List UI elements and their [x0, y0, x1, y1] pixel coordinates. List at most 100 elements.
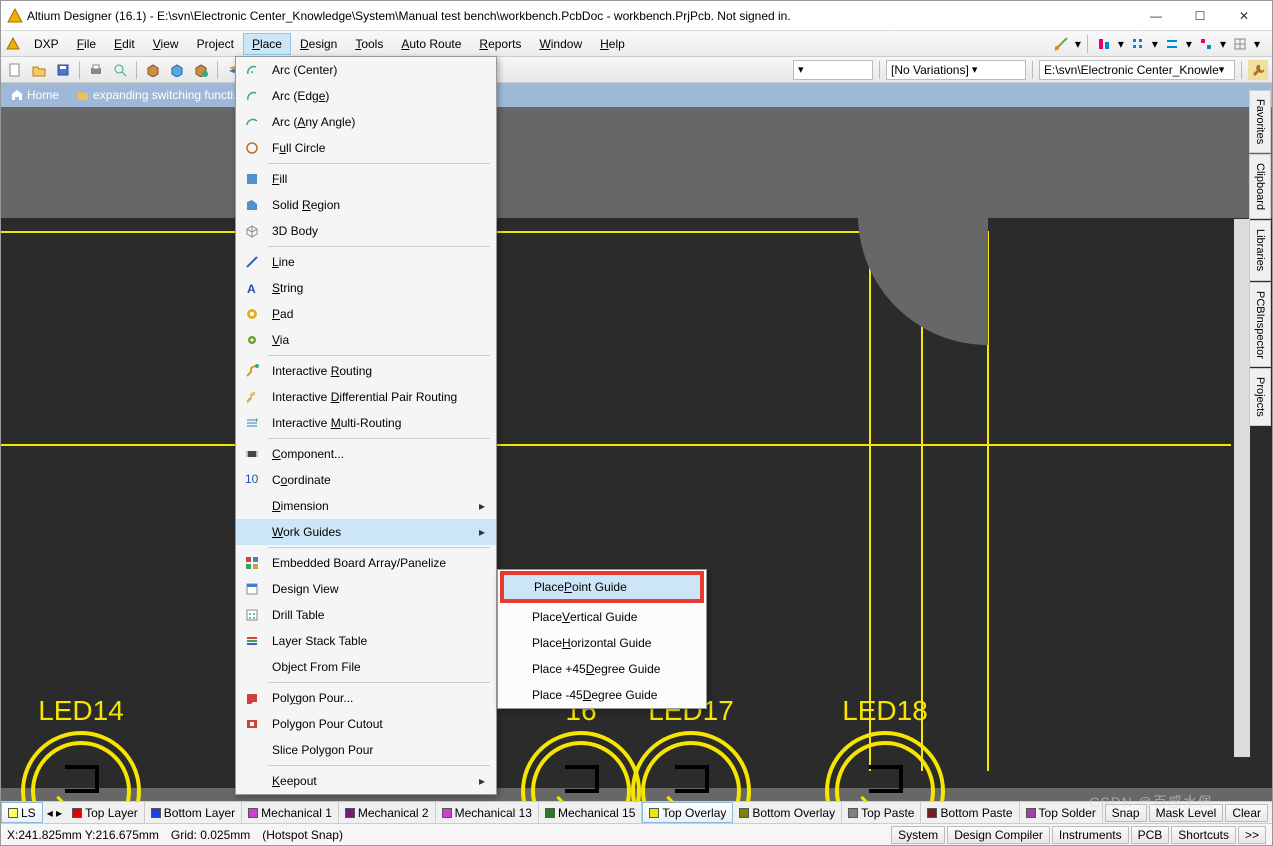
menu-place[interactable]: Place	[243, 33, 291, 55]
place-interactive-multi-routing[interactable]: Interactive Multi-Routing	[236, 410, 496, 436]
layer-tab-top-paste[interactable]: Top Paste	[842, 802, 921, 823]
place-arc-any-angle-[interactable]: Arc (Any Angle)	[236, 109, 496, 135]
place-component-[interactable]: Component...	[236, 441, 496, 467]
dxp-icon[interactable]	[5, 36, 21, 52]
layer-tab-top-layer[interactable]: Top Layer	[66, 802, 145, 823]
menu-view[interactable]: View	[144, 33, 188, 55]
align-icon-2[interactable]	[1128, 34, 1148, 54]
menu-file[interactable]: File	[68, 33, 105, 55]
place-full-circle[interactable]: Full Circle	[236, 135, 496, 161]
box2-icon[interactable]	[167, 60, 187, 80]
box1-icon[interactable]	[143, 60, 163, 80]
menu-extra-icons: ▾ ▾ ▾ ▾ ▾ ▾	[1051, 34, 1268, 54]
tab-favorites[interactable]: Favorites	[1249, 90, 1271, 153]
preview-icon[interactable]	[110, 60, 130, 80]
guide-place-point-guide[interactable]: Place Point Guide	[500, 571, 704, 603]
place-embedded-board-array-panelize[interactable]: Embedded Board Array/Panelize	[236, 550, 496, 576]
wrench-icon[interactable]	[1248, 60, 1268, 80]
breadcrumb-doc[interactable]: expanding switching functi...	[71, 86, 249, 104]
minimize-button[interactable]: —	[1134, 2, 1178, 30]
place-layer-stack-table[interactable]: Layer Stack Table	[236, 628, 496, 654]
vertical-scrollbar[interactable]	[1234, 219, 1250, 757]
menu-edit[interactable]: Edit	[105, 33, 144, 55]
place-fill[interactable]: Fill	[236, 166, 496, 192]
layer-tab-bottom-overlay[interactable]: Bottom Overlay	[733, 802, 842, 823]
status-system[interactable]: System	[891, 826, 945, 844]
mode-icon[interactable]	[1051, 34, 1071, 54]
new-icon[interactable]	[5, 60, 25, 80]
place-polygon-pour-[interactable]: Polygon Pour...	[236, 685, 496, 711]
statusbar: X:241.825mm Y:216.675mm Grid: 0.025mm (H…	[1, 823, 1272, 845]
string-icon: A	[238, 275, 266, 301]
menu-dxp[interactable]: DXP	[25, 33, 68, 55]
tab-pcbinspector[interactable]: PCBInspector	[1249, 282, 1271, 368]
layer-ls[interactable]: LS	[1, 802, 43, 823]
submenu-arrow-icon: ▸	[476, 774, 488, 788]
place-work-guides[interactable]: Work Guides▸	[236, 519, 496, 545]
layer-tab-top-overlay[interactable]: Top Overlay	[642, 802, 733, 823]
layer-tab-mechanical-2[interactable]: Mechanical 2	[339, 802, 436, 823]
layer-tab-mechanical-15[interactable]: Mechanical 15	[539, 802, 642, 823]
breadcrumb-home[interactable]: Home	[5, 86, 65, 104]
layer-tab-bottom-paste[interactable]: Bottom Paste	[921, 802, 1019, 823]
layer-tab-mechanical-1[interactable]: Mechanical 1	[242, 802, 339, 823]
layer-tab-mechanical-13[interactable]: Mechanical 13	[436, 802, 539, 823]
variations-dropdown[interactable]: [No Variations] ▾	[886, 60, 1026, 80]
tab-libraries[interactable]: Libraries	[1249, 220, 1271, 280]
status-design-compiler[interactable]: Design Compiler	[947, 826, 1050, 844]
layer-tab-bottom-layer[interactable]: Bottom Layer	[145, 802, 242, 823]
status-shortcuts[interactable]: Shortcuts	[1171, 826, 1236, 844]
menu-design[interactable]: Design	[291, 33, 346, 55]
close-button[interactable]: ✕	[1222, 2, 1266, 30]
svg-text:10,10: 10,10	[245, 473, 259, 486]
layer-ctrl-clear[interactable]: Clear	[1225, 804, 1268, 822]
menu-window[interactable]: Window	[530, 33, 591, 55]
grid-icon[interactable]	[1230, 34, 1250, 54]
tab-projects[interactable]: Projects	[1249, 368, 1271, 426]
place-string[interactable]: AString	[236, 275, 496, 301]
place-arc-center-[interactable]: Arc (Center)	[236, 57, 496, 83]
coord-icon: 10,10	[238, 467, 266, 493]
toolbar-field-1[interactable]: ▾	[793, 60, 873, 80]
place-interactive-differential-pair-routing[interactable]: Interactive Differential Pair Routing	[236, 384, 496, 410]
place-pad[interactable]: Pad	[236, 301, 496, 327]
place-interactive-routing[interactable]: Interactive Routing	[236, 358, 496, 384]
place-via[interactable]: Via	[236, 327, 496, 353]
path-dropdown[interactable]: E:\svn\Electronic Center_Knowle▾	[1039, 60, 1235, 80]
led18: LED18	[825, 695, 945, 801]
place-arc-edge-[interactable]: Arc (Edge)	[236, 83, 496, 109]
guide-place-horizontal-guide[interactable]: Place Horizontal Guide	[498, 630, 706, 656]
place-drill-table[interactable]: Drill Table	[236, 602, 496, 628]
menu-autoroute[interactable]: Auto Route	[392, 33, 470, 55]
guide-place-45-degree-guide[interactable]: Place -45 Degree Guide	[498, 682, 706, 708]
place-design-view[interactable]: Design View	[236, 576, 496, 602]
menu-project[interactable]: Project	[188, 33, 243, 55]
place-line[interactable]: Line	[236, 249, 496, 275]
menu-tools[interactable]: Tools	[346, 33, 392, 55]
menu-help[interactable]: Help	[591, 33, 634, 55]
place-polygon-pour-cutout[interactable]: Polygon Pour Cutout	[236, 711, 496, 737]
print-icon[interactable]	[86, 60, 106, 80]
place-coordinate[interactable]: 10,10Coordinate	[236, 467, 496, 493]
save-icon[interactable]	[53, 60, 73, 80]
place-keepout[interactable]: Keepout▸	[236, 768, 496, 794]
align-icon-3[interactable]	[1162, 34, 1182, 54]
align-icon-1[interactable]	[1094, 34, 1114, 54]
fill-icon	[238, 166, 266, 192]
guide-place-vertical-guide[interactable]: Place Vertical Guide	[498, 604, 706, 630]
align-icon-4[interactable]	[1196, 34, 1216, 54]
place-dimension[interactable]: Dimension▸	[236, 493, 496, 519]
box3-icon[interactable]	[191, 60, 211, 80]
status-pcb[interactable]: PCB	[1131, 826, 1170, 844]
place-object-from-file[interactable]: Object From File	[236, 654, 496, 680]
place-slice-polygon-pour[interactable]: Slice Polygon Pour	[236, 737, 496, 763]
guide-place-45-degree-guide[interactable]: Place +45 Degree Guide	[498, 656, 706, 682]
place-solid-region[interactable]: Solid Region	[236, 192, 496, 218]
status-instruments[interactable]: Instruments	[1052, 826, 1129, 844]
place-3d-body[interactable]: 3D Body	[236, 218, 496, 244]
menu-reports[interactable]: Reports	[470, 33, 530, 55]
open-icon[interactable]	[29, 60, 49, 80]
maximize-button[interactable]: ☐	[1178, 2, 1222, 30]
tab-clipboard[interactable]: Clipboard	[1249, 154, 1271, 219]
status--[interactable]: >>	[1238, 826, 1266, 844]
